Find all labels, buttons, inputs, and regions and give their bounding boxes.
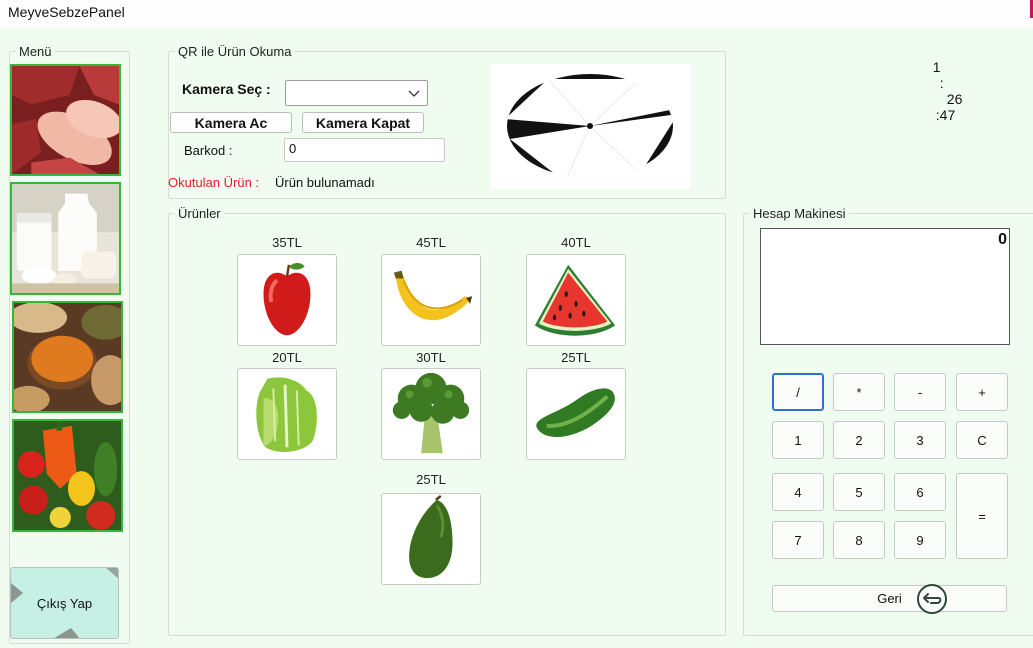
calculator-display: 0 — [760, 228, 1010, 345]
calc-digit-9-button[interactable]: 9 — [894, 521, 946, 559]
qr-legend: QR ile Ürün Okuma — [178, 44, 292, 59]
menu-item-legumes[interactable] — [12, 301, 123, 413]
clock: 1 : 26 :47 — [925, 43, 963, 123]
product-avocado[interactable] — [381, 493, 481, 585]
product-cucumber[interactable] — [526, 368, 626, 460]
calc-back-label: Geri — [877, 591, 902, 606]
broccoli-image — [392, 372, 470, 454]
close-camera-button[interactable]: Kamera Kapat — [302, 112, 424, 133]
menu-item-dairy[interactable] — [10, 182, 121, 295]
avocado-image — [409, 495, 453, 579]
cucumber-image — [536, 388, 615, 437]
lettuce-image — [256, 377, 317, 452]
calc-digit-1-button[interactable]: 1 — [772, 421, 824, 459]
calc-add-button[interactable]: + — [956, 373, 1008, 411]
product-price: 30TL — [416, 350, 446, 365]
scanned-product-label: Okutulan Ürün : — [168, 175, 260, 190]
calc-digit-5-button[interactable]: 5 — [833, 473, 885, 511]
product-price: 20TL — [272, 350, 302, 365]
product-banana[interactable] — [381, 254, 481, 346]
calc-clear-button[interactable]: C — [956, 421, 1008, 459]
dairy-image — [12, 184, 119, 293]
clock-minute: 26 — [946, 91, 963, 107]
menu-item-vegetables[interactable] — [12, 419, 123, 532]
calc-divide-button[interactable]: / — [772, 373, 824, 411]
camera-preview — [490, 64, 691, 189]
product-price: 40TL — [561, 235, 591, 250]
watermelon-image — [534, 264, 616, 336]
camera-shutter-icon — [505, 74, 678, 182]
title-bar: MeyveSebzePanel — [0, 0, 1033, 28]
calc-multiply-button[interactable]: * — [833, 373, 885, 411]
calc-digit-8-button[interactable]: 8 — [833, 521, 885, 559]
legumes-image — [14, 303, 121, 411]
window-title: MeyveSebzePanel — [8, 4, 125, 20]
menu-item-meat[interactable] — [10, 64, 121, 176]
clock-sep: : — [939, 75, 944, 91]
calculator-display-value: 0 — [998, 231, 1007, 248]
apple-image — [263, 263, 311, 336]
open-camera-button[interactable]: Kamera Ac — [170, 112, 292, 133]
exit-button-label: Çıkış Yap — [36, 595, 93, 611]
product-lettuce[interactable] — [237, 368, 337, 460]
products-legend: Ürünler — [178, 206, 221, 221]
calc-digit-2-button[interactable]: 2 — [833, 421, 885, 459]
product-apple[interactable] — [237, 254, 337, 346]
calc-digit-7-button[interactable]: 7 — [772, 521, 824, 559]
barcode-input[interactable]: 0 — [284, 138, 445, 162]
exit-button[interactable]: Çıkış Yap — [10, 567, 119, 639]
barcode-label: Barkod : — [184, 143, 233, 158]
camera-select-label: Kamera Seç : — [182, 81, 271, 97]
product-price: 25TL — [561, 350, 591, 365]
vegetables-image — [14, 421, 121, 530]
meat-image — [12, 66, 119, 174]
product-price: 25TL — [416, 472, 446, 487]
calc-back-button[interactable]: Geri — [772, 584, 1007, 614]
chevron-down-icon — [408, 90, 420, 97]
calc-subtract-button[interactable]: - — [894, 373, 946, 411]
product-price: 35TL — [272, 235, 302, 250]
camera-select[interactable] — [285, 80, 428, 106]
calc-equals-button[interactable]: = — [956, 473, 1008, 559]
calculator-legend: Hesap Makinesi — [753, 206, 846, 221]
product-watermelon[interactable] — [526, 254, 626, 346]
clock-hour: 1 — [932, 59, 941, 75]
calc-digit-4-button[interactable]: 4 — [772, 473, 824, 511]
product-broccoli[interactable] — [381, 368, 481, 460]
menu-legend: Menü — [19, 44, 52, 59]
calc-digit-3-button[interactable]: 3 — [894, 421, 946, 459]
barcode-value: 0 — [289, 141, 297, 156]
back-arrow-icon — [917, 584, 947, 614]
clock-second: 47 — [939, 107, 956, 123]
calc-digit-6-button[interactable]: 6 — [894, 473, 946, 511]
scanned-product-value: Ürün bulunamadı — [275, 175, 375, 190]
banana-image — [393, 270, 473, 321]
product-price: 45TL — [416, 235, 446, 250]
